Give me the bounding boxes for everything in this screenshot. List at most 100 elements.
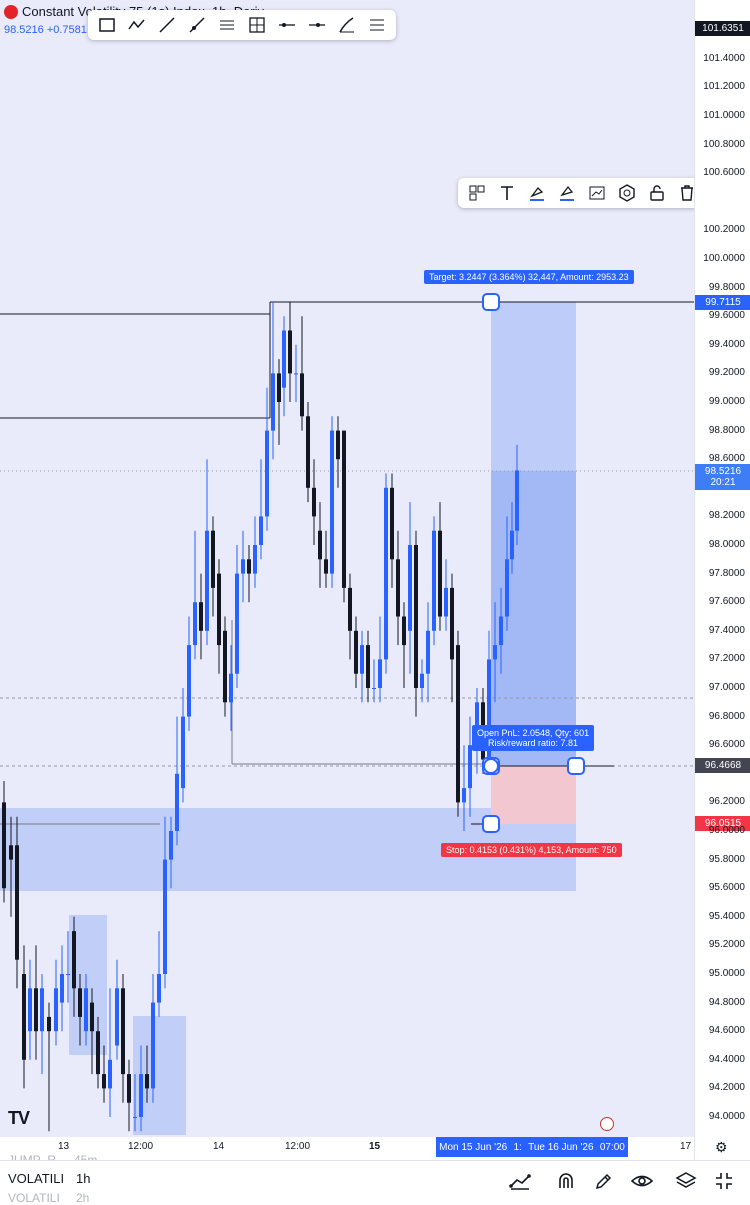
candle-body bbox=[390, 487, 394, 560]
crosshair-date-start: Mon 15 Jun '26 bbox=[439, 1141, 508, 1153]
header-change: +0.7581 bbox=[46, 24, 87, 36]
position-handle[interactable] bbox=[567, 757, 585, 775]
candle-body bbox=[241, 559, 245, 574]
price-tick: 100.8000 bbox=[703, 138, 745, 150]
fib-retracement-icon[interactable] bbox=[362, 11, 392, 39]
watchlist-symbol: VOLATILI bbox=[8, 1171, 65, 1186]
candle-body bbox=[265, 430, 269, 517]
price-axis[interactable]: 101.6351 99.7115 98.5216 20:21 96.4668 9… bbox=[694, 0, 750, 1160]
candle-body bbox=[40, 988, 44, 1032]
brush-icon[interactable] bbox=[332, 11, 362, 39]
chart-area[interactable]: Constant Volatility 75 (1s) Index, 1h, D… bbox=[0, 0, 694, 1160]
horizontal-ray-icon[interactable] bbox=[272, 11, 302, 39]
position-handle[interactable] bbox=[482, 293, 500, 311]
tradingview-logo: TV bbox=[8, 1108, 30, 1128]
price-tick: 96.8000 bbox=[708, 710, 745, 722]
candle-body bbox=[247, 559, 251, 574]
candle-body bbox=[102, 1074, 106, 1089]
stop-label: Stop: 0.4153 (0.431%) 4,153, Amount: 750 bbox=[441, 843, 622, 857]
candle-body bbox=[259, 516, 263, 545]
candle-body bbox=[9, 845, 13, 860]
price-tick: 97.0000 bbox=[708, 682, 745, 693]
position-handle[interactable] bbox=[482, 815, 500, 833]
candle-body bbox=[336, 430, 340, 460]
fill-color-icon[interactable] bbox=[552, 179, 582, 207]
eye-icon[interactable] bbox=[628, 1169, 656, 1193]
candle-body bbox=[205, 530, 209, 631]
fib-grid-icon[interactable] bbox=[242, 11, 272, 39]
line-color-icon[interactable] bbox=[522, 179, 552, 207]
price-tick: 98.2000 bbox=[708, 510, 745, 522]
candle-body bbox=[450, 587, 454, 660]
candle-body bbox=[2, 802, 6, 889]
candle-body bbox=[181, 716, 185, 789]
trend-line-icon[interactable] bbox=[152, 11, 182, 39]
candle-body bbox=[366, 645, 370, 688]
layers-icon[interactable] bbox=[672, 1169, 700, 1193]
candle-body bbox=[378, 659, 382, 688]
candle-body bbox=[396, 559, 400, 617]
magnet-icon[interactable] bbox=[552, 1169, 580, 1193]
candle-body bbox=[163, 859, 167, 974]
candle-body bbox=[34, 988, 38, 1032]
axis-settings-icon[interactable]: ⚙ bbox=[715, 1139, 728, 1156]
candle-body bbox=[432, 530, 436, 631]
price-tick: 96.6000 bbox=[708, 739, 745, 751]
price-tick: 97.6000 bbox=[708, 596, 745, 608]
drawing-tools-icon[interactable] bbox=[506, 1169, 534, 1193]
price-tick: 97.8000 bbox=[708, 567, 745, 579]
economic-event-flag-icon[interactable] bbox=[600, 1117, 614, 1131]
drawing-toolbar bbox=[88, 10, 396, 40]
watchlist-symbol: VOLATILI bbox=[8, 1191, 60, 1205]
target-price-label: 99.7115 bbox=[695, 295, 750, 310]
crosshair-date-sep: 1: bbox=[513, 1141, 522, 1153]
horizontal-line-icon[interactable] bbox=[302, 11, 332, 39]
entry-handle[interactable] bbox=[483, 758, 499, 774]
collapse-icon[interactable] bbox=[710, 1169, 738, 1193]
candle-body bbox=[66, 974, 70, 975]
candle-body bbox=[15, 845, 19, 960]
path-icon[interactable] bbox=[122, 11, 152, 39]
candle-body bbox=[133, 1117, 137, 1118]
candle-body bbox=[151, 1002, 155, 1089]
object-toolbar bbox=[458, 178, 694, 208]
price-tick: 96.2000 bbox=[708, 796, 745, 808]
candle-body bbox=[294, 373, 298, 375]
candle-body bbox=[408, 545, 412, 631]
candle-body bbox=[121, 988, 125, 1075]
template-icon[interactable] bbox=[462, 179, 492, 207]
ray-icon[interactable] bbox=[182, 11, 212, 39]
price-tick: 99.0000 bbox=[708, 396, 745, 407]
text-icon[interactable] bbox=[492, 179, 522, 207]
settings-icon[interactable] bbox=[612, 179, 642, 207]
candle-body bbox=[145, 1074, 149, 1089]
price-tick: 101.2000 bbox=[703, 81, 745, 93]
time-axis[interactable]: 13 12:00 14 12:00 15 17 Mon 15 Jun '26 1… bbox=[0, 1137, 694, 1160]
candle-body bbox=[127, 1074, 131, 1103]
chart-style-icon[interactable] bbox=[582, 179, 612, 207]
candle-body bbox=[175, 773, 179, 831]
bottom-toolbar: VOLATILI 1h VOLATILI 2h bbox=[0, 1160, 750, 1205]
lock-icon[interactable] bbox=[642, 179, 672, 207]
delete-icon[interactable] bbox=[672, 179, 694, 207]
candle-body bbox=[157, 974, 161, 1003]
open-pnl-text: Open PnL: 2.0548, Qty: 601 bbox=[477, 728, 590, 738]
candle-body bbox=[462, 788, 466, 803]
candle-body bbox=[426, 630, 430, 674]
candle-body bbox=[372, 688, 376, 689]
candle-body bbox=[90, 1002, 94, 1032]
watchlist-row-active[interactable]: VOLATILI 1h bbox=[8, 1171, 90, 1186]
parallel-channel-icon[interactable] bbox=[212, 11, 242, 39]
candlestick-chart[interactable] bbox=[0, 0, 694, 1160]
pencil-lock-icon[interactable] bbox=[590, 1169, 618, 1193]
price-tick: 94.4000 bbox=[708, 1053, 745, 1065]
top-price-label: 101.6351 bbox=[695, 21, 750, 36]
candle-body bbox=[28, 988, 32, 1032]
candle-body bbox=[438, 530, 442, 617]
rectangle-icon[interactable] bbox=[92, 11, 122, 39]
candle-body bbox=[108, 1059, 112, 1089]
candle-body bbox=[47, 1016, 51, 1032]
entry-price-label: 96.4668 bbox=[695, 758, 750, 773]
watchlist-row-faded[interactable]: VOLATILI 2h bbox=[8, 1191, 89, 1205]
price-tick: 95.6000 bbox=[708, 882, 745, 894]
